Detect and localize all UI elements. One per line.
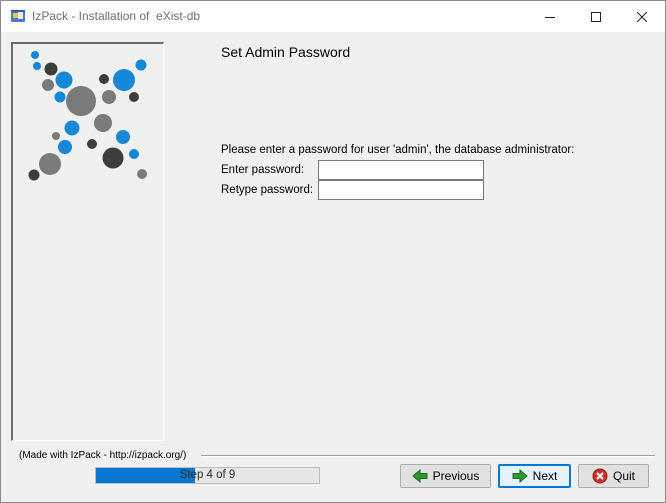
progress-text: Step 4 of 9 <box>179 469 236 481</box>
made-with-izpack-text: (Made with IzPack - http://izpack.org/) <box>19 450 187 461</box>
maximize-button[interactable] <box>573 1 619 32</box>
minimize-button[interactable] <box>527 1 573 32</box>
step-progress-bar: Step 4 of 9 <box>95 467 320 484</box>
retype-password-label: Retype password: <box>221 184 314 196</box>
izpack-app-icon <box>11 10 25 22</box>
previous-button[interactable]: Previous <box>400 464 491 488</box>
enter-password-label: Enter password: <box>221 164 305 176</box>
quit-icon <box>592 468 608 484</box>
password-prompt: Please enter a password for user 'admin'… <box>221 144 575 156</box>
footer-divider <box>201 455 655 457</box>
arrow-right-icon <box>512 469 528 483</box>
enter-password-field[interactable] <box>318 160 484 180</box>
installer-window: IzPack - Installation of eXist-db Set Ad… <box>0 0 666 503</box>
next-button-label: Next <box>532 469 558 483</box>
panel-title: Set Admin Password <box>221 44 351 60</box>
retype-password-field[interactable] <box>318 180 484 200</box>
close-button[interactable] <box>619 1 665 32</box>
quit-button-label: Quit <box>612 469 635 483</box>
title-bar[interactable]: IzPack - Installation of eXist-db <box>1 1 665 32</box>
next-button[interactable]: Next <box>498 464 571 488</box>
close-icon <box>637 11 647 22</box>
exist-db-logo <box>28 51 147 181</box>
window-title: IzPack - Installation of eXist-db <box>32 9 201 23</box>
quit-button[interactable]: Quit <box>578 464 649 488</box>
minimize-icon <box>545 16 555 18</box>
side-image-panel <box>11 42 164 441</box>
arrow-left-icon <box>411 469 428 483</box>
previous-button-label: Previous <box>432 469 480 483</box>
maximize-icon <box>591 11 601 22</box>
